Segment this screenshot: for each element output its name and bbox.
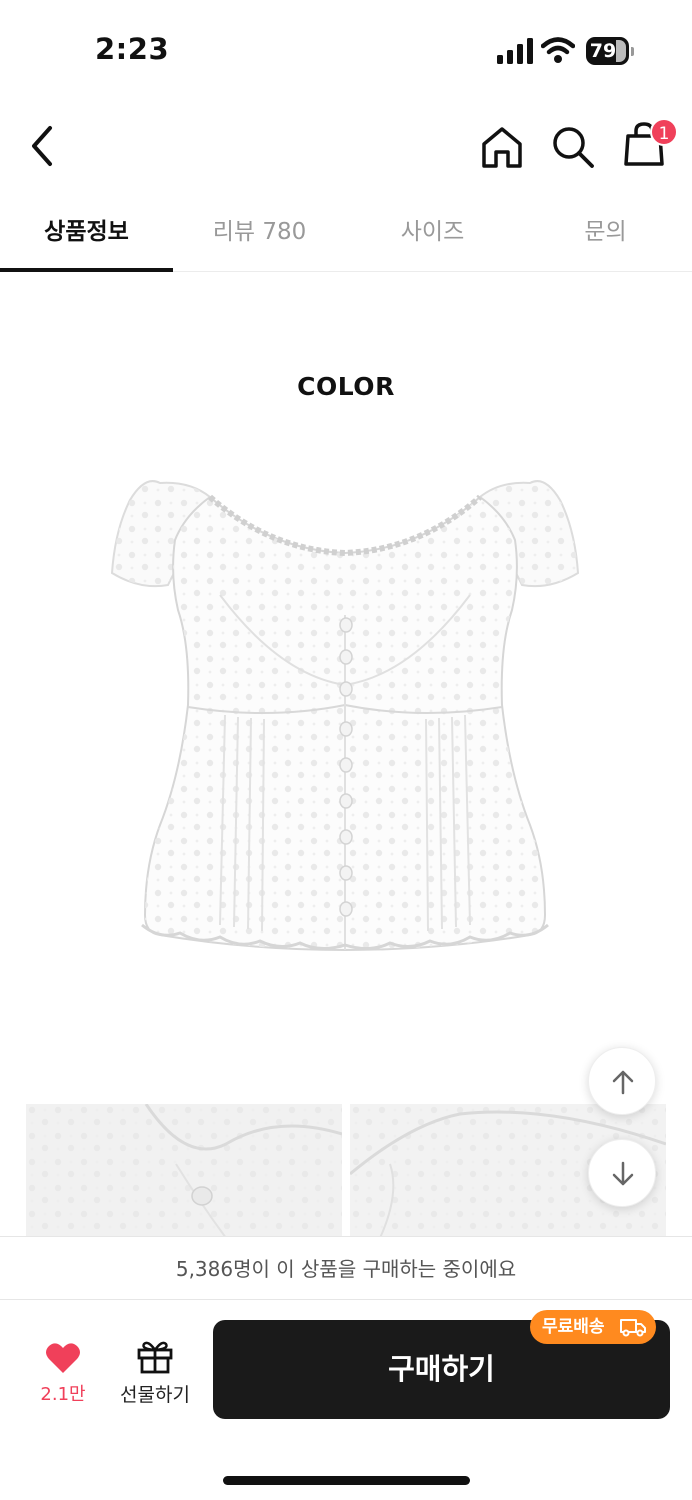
tab-product-info[interactable]: 상품정보 [0,200,173,272]
like-button[interactable]: 2.1만 [28,1336,98,1416]
scroll-to-bottom-button[interactable] [588,1139,656,1207]
purchasing-now-notice: 5,386명이 이 상품을 구매하는 중이에요 [0,1236,692,1300]
home-button[interactable] [478,124,526,170]
gift-label: 선물하기 [120,1384,190,1406]
free-shipping-badge: 무료배송 [530,1310,656,1344]
active-tab-indicator [0,268,173,272]
arrow-down-icon [612,1161,634,1186]
like-count: 2.1만 [40,1384,86,1405]
section-title: COLOR [297,372,395,401]
home-icon [482,127,522,168]
bottom-action-bar: 2.1만 선물하기 구매하기 무료배송 [0,1300,692,1500]
search-button[interactable] [550,124,596,170]
heart-icon [46,1343,80,1373]
tab-inquiry[interactable]: 문의 [519,200,692,272]
scroll-to-top-button[interactable] [588,1047,656,1115]
status-bar: 2:23 79 [0,0,692,100]
status-time: 2:23 [95,32,170,66]
product-image [110,480,580,952]
tab-reviews[interactable]: 리뷰 780 [173,200,346,272]
free-shipping-label: 무료배송 [542,1317,605,1337]
gift-button[interactable]: 선물하기 [112,1336,198,1416]
home-indicator [223,1476,470,1485]
tab-size[interactable]: 사이즈 [346,200,519,272]
delivery-truck-icon [620,1319,646,1337]
gift-icon [137,1341,173,1374]
arrow-up-icon [612,1070,634,1095]
back-button[interactable] [22,122,66,170]
detail-image-left [26,1104,342,1238]
search-icon [553,127,594,168]
product-tabs: 상품정보 리뷰 780 사이즈 문의 [0,200,692,272]
battery-icon: 79 [586,37,634,65]
chevron-left-icon [32,126,52,166]
battery-level-text: 79 [589,40,617,62]
cart-count-badge: 1 [650,118,678,146]
wifi-icon [541,37,575,63]
cellular-signal-icon [497,38,533,64]
cart-button[interactable]: 1 [620,118,680,170]
